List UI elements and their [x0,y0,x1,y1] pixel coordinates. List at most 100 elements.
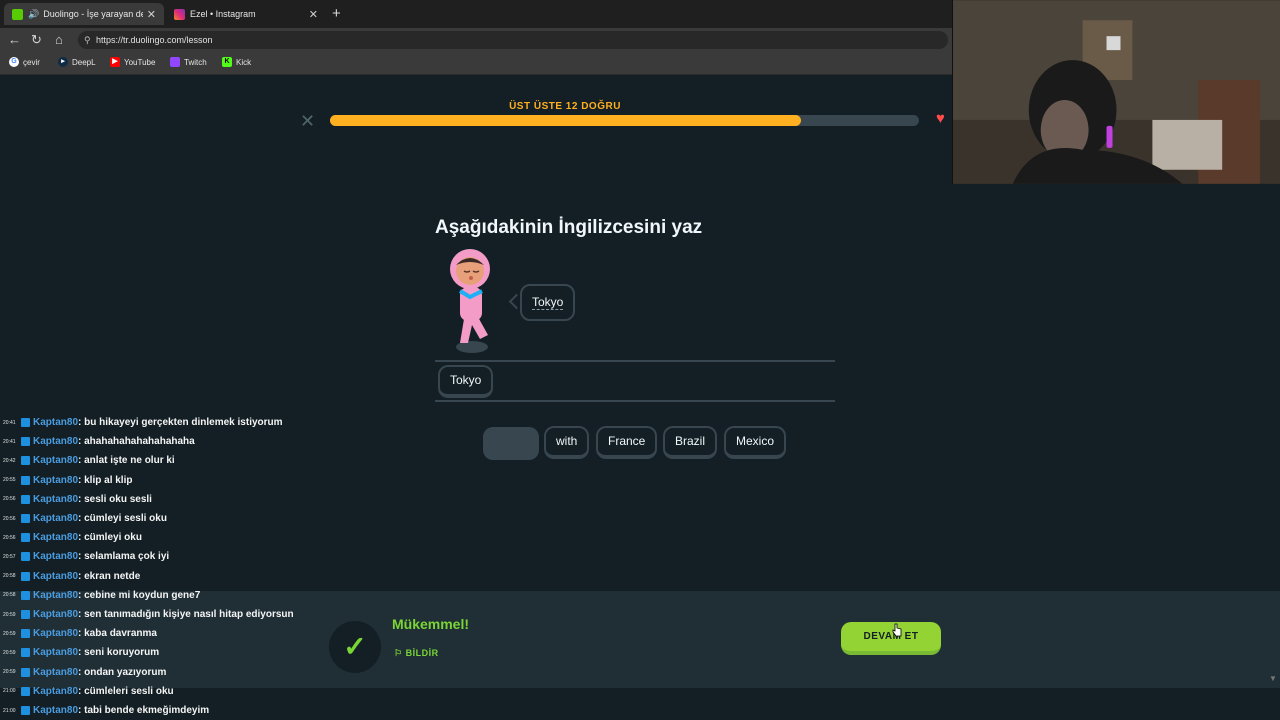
chat-text: : tabi bende ekmeğimdeyim [78,705,210,716]
speech-bubble[interactable]: Tokyo [520,284,576,321]
bookmark-youtube[interactable]: ▶ YouTube [110,57,155,67]
scroll-down-arrow-icon[interactable]: ▼ [1269,674,1277,683]
bookmark-deepl[interactable]: ▸ DeepL [58,57,96,67]
bookmark-kick[interactable]: K Kick [222,57,251,67]
bookmark-label: YouTube [124,57,156,67]
close-tab-icon[interactable]: ✕ [309,8,318,21]
chat-username[interactable]: Kaptan80 [33,475,78,486]
chat-message: 20:41 Kaptan80: bu hikayeyi gerçekten din… [0,413,283,432]
chat-username[interactable]: Kaptan80 [33,705,78,716]
chat-message: 20:56 Kaptan80: cümleyi oku [0,528,142,547]
progress-fill [330,115,802,126]
chat-badge-icon [21,494,30,504]
chat-time: 20:58 [3,592,16,599]
word-bank-with[interactable]: with [544,426,590,459]
reload-icon[interactable]: ↻ [31,32,42,48]
character-illustration [450,249,490,353]
chat-time: 21:00 [3,688,16,695]
chat-message: 20:59 Kaptan80: seni koruyorum [0,643,159,662]
chat-message: 20:42 Kaptan80: anlat işte ne olur ki [0,451,175,470]
answer-line [435,360,835,362]
chat-message: 20:59 Kaptan80: sen tanımadığın kişiye na… [0,605,294,624]
twitch-icon [170,57,180,67]
chat-badge-icon [21,418,30,427]
tab-instagram[interactable]: Ezel • Instagram ✕ [166,3,326,25]
report-label: BİLDİR [405,648,439,658]
chat-badge-icon [21,552,30,562]
continue-button[interactable]: DEVAM ET [841,622,941,655]
deepl-icon: ▸ [58,57,68,67]
chat-badge-icon [21,514,30,523]
chat-username[interactable]: Kaptan80 [33,571,78,582]
chat-username[interactable]: Kaptan80 [33,417,78,428]
tab-title: Duolingo - İşe yarayan dersler [43,9,143,19]
chat-message: 20:41 Kaptan80: ahahahahahahahahaha [0,432,195,451]
chat-time: 21:00 [3,707,16,714]
chat-username[interactable]: Kaptan80 [33,494,78,505]
chat-badge-icon [21,475,30,485]
chat-time: 20:56 [3,515,16,522]
close-tab-icon[interactable]: ✕ [147,8,156,21]
chat-username[interactable]: Kaptan80 [33,667,78,678]
bubble-word[interactable]: Tokyo [532,295,564,310]
chat-text: : anlat işte ne olur ki [78,455,175,467]
chat-username[interactable]: Kaptan80 [33,609,78,620]
chat-time: 20:58 [3,573,16,580]
youtube-icon: ▶ [110,57,120,67]
chat-badge-icon [21,610,30,619]
bookmark-twitch[interactable]: Twitch [170,57,207,67]
chat-message: 20:58 Kaptan80: ekran netde [0,567,140,586]
chat-text: : ahahahahahahahahaha [78,436,195,448]
new-tab-button[interactable]: + [332,5,341,22]
chat-text: : selamlama çok iyi [78,551,170,563]
chat-text: : sesli oku sesli [78,493,152,505]
flag-icon: ⚐ [394,648,403,658]
google-icon: G [9,57,19,67]
chat-badge-icon [21,667,30,677]
home-icon[interactable]: ⌂ [55,32,63,48]
chat-text: : bu hikayeyi gerçekten dinlemek istiyor… [78,417,283,428]
chat-text: : klip al klip [78,474,133,486]
address-bar[interactable]: ⚲ https://tr.duolingo.com/lesson [78,31,948,49]
chat-username[interactable]: Kaptan80 [33,551,78,562]
chat-username[interactable]: Kaptan80 [33,532,78,543]
chat-time: 20:41 [3,419,16,426]
bookmark-cevir[interactable]: G çevir [9,57,40,67]
chat-text: : kaba davranma [78,628,157,640]
chat-username[interactable]: Kaptan80 [33,513,78,524]
streak-label: ÜST ÜSTE 12 DOĞRU [509,101,621,112]
site-info-icon[interactable]: ⚲ [84,31,91,49]
selected-word-tokyo[interactable]: Tokyo [438,365,494,398]
report-button[interactable]: ⚐ BİLDİR [394,648,439,659]
url-text: https://tr.duolingo.com/lesson [96,35,213,45]
chat-username[interactable]: Kaptan80 [33,686,78,697]
back-icon[interactable]: ← [8,32,21,48]
chat-message: 20:57 Kaptan80: selamlama çok iyi [0,547,169,566]
chat-username[interactable]: Kaptan80 [33,590,78,601]
chat-time: 20:59 [3,611,16,618]
speaker-icon[interactable]: 🔊 [28,9,39,20]
chat-time: 20:55 [3,477,16,484]
heart-icon: ♥ [936,110,945,127]
feedback-title: Mükemmel! [392,616,470,632]
word-bank-france[interactable]: France [596,426,658,459]
word-bank-mexico[interactable]: Mexico [724,426,787,459]
chat-text: : cümleyi oku [78,532,142,544]
chat-username[interactable]: Kaptan80 [33,455,78,466]
chat-badge-icon [21,686,30,696]
tab-title: Ezel • Instagram [190,9,256,19]
chat-time: 20:57 [3,553,16,560]
chat-username[interactable]: Kaptan80 [33,628,78,639]
chat-time: 20:59 [3,630,16,637]
chat-text: : ekran netde [78,570,141,582]
chat-text: : seni koruyorum [78,647,160,659]
bookmark-label: Kick [236,57,252,67]
chat-username[interactable]: Kaptan80 [33,647,78,658]
tab-duolingo[interactable]: 🔊 Duolingo - İşe yarayan dersler ✕ [4,3,164,25]
word-bank-brazil[interactable]: Brazil [663,426,718,459]
chat-badge-icon [21,437,30,447]
chat-username[interactable]: Kaptan80 [33,436,78,447]
close-lesson-icon[interactable]: ✕ [300,111,315,132]
chat-time: 20:41 [3,438,16,445]
chat-badge-icon [21,456,30,466]
